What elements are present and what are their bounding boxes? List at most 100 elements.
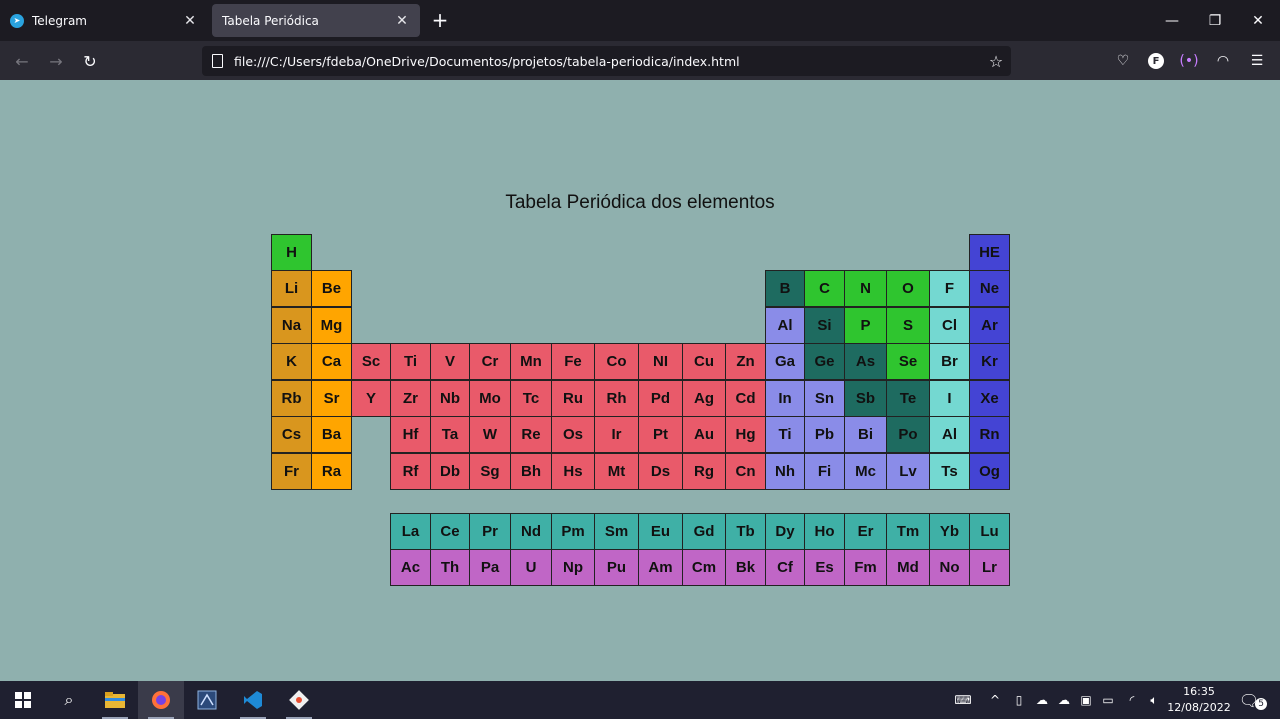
reload-icon[interactable]: ↻ — [77, 48, 103, 74]
onedrive-personal-icon[interactable]: ☁ — [1053, 681, 1075, 719]
battery-icon[interactable]: ▭ — [1097, 681, 1119, 719]
firefox-icon[interactable] — [138, 681, 184, 719]
element-cell-cr: Cr — [469, 343, 511, 380]
element-cell-fm: Fm — [844, 549, 887, 586]
element-cell-na: Na — [271, 307, 312, 344]
element-cell-db: Db — [430, 453, 470, 490]
element-cell-sr: Sr — [311, 380, 352, 417]
element-cell-pa: Pa — [469, 549, 511, 586]
element-cell-pr: Pr — [469, 513, 511, 550]
element-cell-mc: Mc — [844, 453, 887, 490]
element-cell-u: U — [510, 549, 552, 586]
element-cell-lv: Lv — [886, 453, 930, 490]
element-cell-ce: Ce — [430, 513, 470, 550]
element-cell-mt: Mt — [594, 453, 639, 490]
pocket-icon[interactable]: ♡ — [1110, 48, 1136, 74]
element-cell-v: V — [430, 343, 470, 380]
start-icon[interactable] — [0, 681, 46, 719]
element-cell-si: Si — [804, 307, 845, 344]
element-cell-xe: Xe — [969, 380, 1010, 417]
element-cell-rb: Rb — [271, 380, 312, 417]
element-cell-hf: Hf — [390, 416, 431, 453]
back-arrow-icon[interactable]: ← — [9, 48, 35, 74]
element-cell-tc: Tc — [510, 380, 552, 417]
element-cell-md: Md — [886, 549, 930, 586]
element-cell-pu: Pu — [594, 549, 639, 586]
url-bar[interactable]: file:///C:/Users/fdeba/OneDrive/Document… — [202, 46, 1011, 76]
element-cell-ti: Ti — [390, 343, 431, 380]
tab-telegram[interactable]: ➤ Telegram ✕ — [0, 4, 208, 37]
element-cell-ta: Ta — [430, 416, 470, 453]
chevron-up-icon[interactable]: ^ — [985, 681, 1005, 719]
element-cell-tb: Tb — [725, 513, 766, 550]
close-icon[interactable]: ✕ — [394, 13, 410, 29]
element-cell-np: Np — [551, 549, 595, 586]
element-cell-al: Al — [765, 307, 805, 344]
element-cell-og: Og — [969, 453, 1010, 490]
element-cell-li: Li — [271, 270, 312, 307]
element-cell-lr: Lr — [969, 549, 1010, 586]
onedrive-icon[interactable]: ☁ — [1031, 681, 1053, 719]
device-icon[interactable]: ▯ — [1008, 681, 1030, 719]
bookmark-star-icon[interactable]: ☆ — [981, 52, 1011, 71]
close-icon[interactable]: ✕ — [182, 13, 198, 29]
element-cell-ca: Ca — [311, 343, 352, 380]
element-cell-ds: Ds — [638, 453, 683, 490]
element-cell-bh: Bh — [510, 453, 552, 490]
tab-bar: ➤ Telegram ✕ Tabela Periódica ✕ + — ❐ ✕ — [0, 0, 1280, 41]
vpn-icon[interactable]: ◠ — [1210, 48, 1236, 74]
element-cell-pb: Pb — [804, 416, 845, 453]
element-cell-pm: Pm — [551, 513, 595, 550]
element-cell-ru: Ru — [551, 380, 595, 417]
close-window-button[interactable]: ✕ — [1236, 0, 1280, 41]
element-cell-ir: Ir — [594, 416, 639, 453]
volume-icon[interactable]: 🔈︎ — [1143, 681, 1165, 719]
element-cell-b: B — [765, 270, 805, 307]
element-cell-bk: Bk — [725, 549, 766, 586]
element-cell-s: S — [886, 307, 930, 344]
url-text[interactable]: file:///C:/Users/fdeba/OneDrive/Document… — [234, 54, 981, 69]
search-icon[interactable]: ⌕ — [46, 681, 92, 719]
ssms-icon[interactable] — [184, 681, 230, 719]
restore-button[interactable]: ❐ — [1193, 0, 1237, 41]
element-cell-gd: Gd — [682, 513, 726, 550]
element-cell-mn: Mn — [510, 343, 552, 380]
security-icon[interactable]: ▣ — [1075, 681, 1097, 719]
element-cell-ar: Ar — [969, 307, 1010, 344]
git-icon[interactable] — [276, 681, 322, 719]
tab-tabela-periodica[interactable]: Tabela Periódica ✕ — [212, 4, 420, 37]
forward-arrow-icon[interactable]: → — [43, 48, 69, 74]
element-cell-cl: Cl — [929, 307, 970, 344]
element-cell-co: Co — [594, 343, 639, 380]
extension-icon[interactable]: (•) — [1176, 48, 1202, 74]
element-cell-au: Au — [682, 416, 726, 453]
element-cell-c: C — [804, 270, 845, 307]
element-cell-as: As — [844, 343, 887, 380]
wifi-icon[interactable]: ◜ — [1121, 681, 1143, 719]
element-cell-br: Br — [929, 343, 970, 380]
element-cell-k: K — [271, 343, 312, 380]
clock[interactable]: 16:35 12/08/2022 — [1164, 684, 1234, 716]
keyboard-icon[interactable]: ⌨ — [948, 681, 978, 719]
element-cell-ba: Ba — [311, 416, 352, 453]
element-cell-nd: Nd — [510, 513, 552, 550]
minimize-button[interactable]: — — [1150, 0, 1194, 41]
element-cell-se: Se — [886, 343, 930, 380]
element-cell-th: Th — [430, 549, 470, 586]
element-cell-h: H — [271, 234, 312, 271]
account-icon[interactable]: F — [1143, 48, 1169, 74]
element-cell-ag: Ag — [682, 380, 726, 417]
element-cell-rf: Rf — [390, 453, 431, 490]
menu-icon[interactable]: ☰ — [1244, 48, 1270, 74]
element-cell-hg: Hg — [725, 416, 766, 453]
element-cell-ts: Ts — [929, 453, 970, 490]
notification-icon[interactable]: 🗨︎ 5 — [1238, 681, 1268, 719]
element-cell-cd: Cd — [725, 380, 766, 417]
new-tab-button[interactable]: + — [428, 8, 452, 32]
file-explorer-icon[interactable] — [92, 681, 138, 719]
element-cell-fi: Fi — [804, 453, 845, 490]
element-cell-er: Er — [844, 513, 887, 550]
element-cell-f: F — [929, 270, 970, 307]
nav-bar: ← → ↻ file:///C:/Users/fdeba/OneDrive/Do… — [0, 41, 1280, 80]
vscode-icon[interactable] — [230, 681, 276, 719]
